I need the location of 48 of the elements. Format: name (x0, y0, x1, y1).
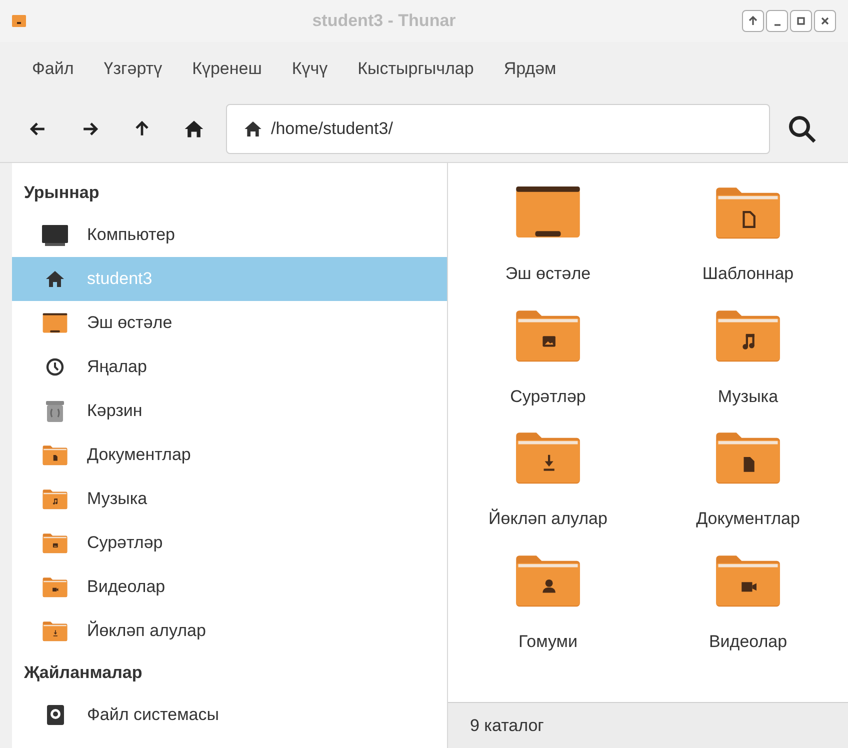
sidebar-item[interactable]: Музыка (12, 477, 447, 521)
sidebar-item[interactable]: Видеолар (12, 565, 447, 609)
folder-item[interactable]: Йөкләп алулар (448, 426, 648, 532)
app-icon (12, 15, 26, 27)
window-title: student3 - Thunar (311, 10, 457, 32)
sidebar-item[interactable]: Компьютер (12, 213, 447, 257)
sidebar-item[interactable]: Кәрзин (12, 389, 447, 433)
maximize-icon (795, 15, 807, 27)
maximize-button[interactable] (790, 10, 812, 32)
sidebar-item[interactable]: Йөкләп алулар (12, 609, 447, 653)
folder-icon (42, 576, 68, 598)
folder-icon (42, 620, 68, 642)
folder-icon (42, 444, 68, 466)
search-icon (787, 114, 817, 144)
raise-button[interactable] (742, 10, 764, 32)
folder-item[interactable]: Музыка (648, 304, 848, 409)
folder-item[interactable]: Сурәтләр (448, 304, 648, 409)
folder-item[interactable]: Гомуми (448, 548, 648, 654)
sidebar-item[interactable]: Сурәтләр (12, 521, 447, 565)
home-icon (243, 119, 263, 139)
folder-item[interactable]: Документлар (648, 426, 848, 532)
folder-item[interactable]: Шаблоннар (648, 181, 848, 286)
up-arrow-icon (747, 15, 759, 27)
menu-item[interactable]: Күчү (278, 52, 342, 86)
folder-icon (42, 488, 68, 510)
folder-item[interactable]: Видеолар (648, 548, 848, 654)
folder-icon (42, 532, 68, 554)
home-icon (183, 118, 205, 140)
status-text: 9 каталог (470, 714, 544, 737)
location-path: /home/student3/ (271, 118, 393, 140)
folder-item[interactable]: Эш өстәле (448, 181, 648, 286)
menu-item[interactable]: Күренеш (178, 52, 276, 86)
menu-item[interactable]: Файл (18, 52, 88, 86)
section-heading: Җайланмалар (24, 662, 142, 684)
close-button[interactable] (814, 10, 836, 32)
sidebar-item[interactable]: Эш өстәле (12, 301, 447, 345)
sidebar-item[interactable]: Яңалар (12, 345, 447, 389)
close-icon (819, 15, 831, 27)
monitor-icon (42, 224, 68, 246)
location-field[interactable]: /home/student3/ (226, 104, 770, 154)
menu-item[interactable]: Кыстыргычлар (344, 52, 488, 86)
section-heading: Урыннар (24, 182, 100, 204)
menu-item[interactable]: Үзгәртү (90, 52, 176, 86)
folder-icon (42, 312, 68, 334)
minimize-icon (774, 24, 780, 26)
sidebar-item[interactable]: Файл системасы (12, 693, 447, 737)
sidebar-item[interactable]: Документлар (12, 433, 447, 477)
menu-item[interactable]: Ярдәм (490, 52, 570, 86)
